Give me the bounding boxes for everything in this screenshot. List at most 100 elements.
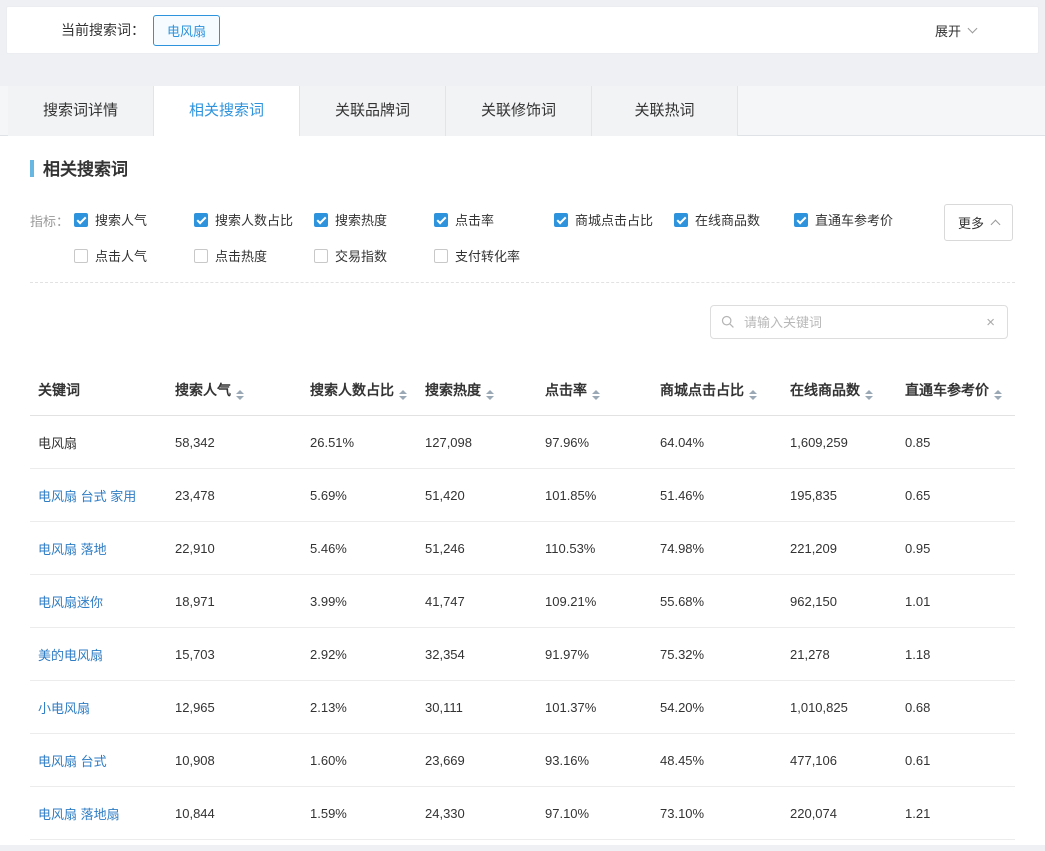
checkbox[interactable] [314, 249, 328, 263]
metric-checkbox-item[interactable]: 在线商品数 [674, 210, 794, 229]
search-heat-cell: 30,111 [417, 681, 537, 734]
metric-checkbox-item[interactable]: 交易指数 [314, 246, 434, 265]
click-rate-cell: 97.96% [537, 416, 652, 469]
table-body: 电风扇 58,342 26.51% 127,098 97.96% 64.04% … [30, 416, 1015, 840]
metric-checkbox-item[interactable]: 搜索人数占比 [194, 210, 314, 229]
metric-checkbox-item[interactable]: 点击热度 [194, 246, 314, 265]
checkbox[interactable] [74, 249, 88, 263]
table-row: 电风扇 台式 10,908 1.60% 23,669 93.16% 48.45%… [30, 734, 1015, 787]
metric-checkbox-item[interactable]: 搜索热度 [314, 210, 434, 229]
tab[interactable]: 关联修饰词 [446, 86, 592, 136]
metric-checkbox-item[interactable]: 搜索人气 [74, 210, 194, 229]
search-heat-cell: 24,330 [417, 787, 537, 840]
table-header-cell[interactable]: 在线商品数 [782, 365, 897, 416]
searcher-ratio-cell: 5.46% [302, 522, 417, 575]
online-products-cell: 221,209 [782, 522, 897, 575]
checkbox[interactable] [194, 249, 208, 263]
table-row: 小电风扇 12,965 2.13% 30,111 101.37% 54.20% … [30, 681, 1015, 734]
tab[interactable]: 关联热词 [592, 86, 738, 136]
keyword-link[interactable]: 美的电风扇 [38, 648, 103, 663]
table-row: 电风扇 落地 22,910 5.46% 51,246 110.53% 74.98… [30, 522, 1015, 575]
search-heat-cell: 23,669 [417, 734, 537, 787]
online-products-cell: 1,010,825 [782, 681, 897, 734]
column-label: 关键词 [38, 382, 80, 398]
online-products-cell: 195,835 [782, 469, 897, 522]
sort-icon[interactable] [749, 390, 757, 400]
keyword-cell: 电风扇 [30, 416, 167, 469]
table-header-cell[interactable]: 搜索人数占比 [302, 365, 417, 416]
table-header-cell[interactable]: 搜索热度 [417, 365, 537, 416]
table-header-cell[interactable]: 搜索人气 [167, 365, 302, 416]
click-rate-cell: 91.97% [537, 628, 652, 681]
checkbox-label: 交易指数 [335, 246, 387, 265]
metric-checkbox-item[interactable]: 支付转化率 [434, 246, 554, 265]
checkbox[interactable] [674, 213, 688, 227]
clear-icon[interactable]: × [984, 315, 997, 330]
checkbox[interactable] [434, 213, 448, 227]
keyword-link[interactable]: 电风扇 落地扇 [38, 807, 120, 822]
keyword-search-box[interactable]: × [710, 305, 1008, 339]
search-popularity-cell: 15,703 [167, 628, 302, 681]
searcher-ratio-cell: 3.99% [302, 575, 417, 628]
sort-icon[interactable] [399, 390, 407, 400]
table-header-cell[interactable]: 商城点击占比 [652, 365, 782, 416]
keyword-cell: 电风扇 台式 家用 [30, 469, 167, 522]
click-rate-cell: 97.10% [537, 787, 652, 840]
keyword-search-input[interactable] [742, 314, 984, 331]
online-products-cell: 477,106 [782, 734, 897, 787]
sort-icon[interactable] [236, 390, 244, 400]
column-label: 商城点击占比 [660, 382, 744, 398]
table-header-cell[interactable]: 关键词 [30, 365, 167, 416]
table-row: 电风扇 落地扇 10,844 1.59% 24,330 97.10% 73.10… [30, 787, 1015, 840]
metric-checkbox-item[interactable]: 点击率 [434, 210, 554, 229]
keyword-link[interactable]: 小电风扇 [38, 701, 90, 716]
search-term-tag[interactable]: 电风扇 [153, 15, 220, 46]
checkbox-label: 点击人气 [95, 246, 147, 265]
table-header-cell[interactable]: 直通车参考价 [897, 365, 1015, 416]
chevron-down-icon [968, 24, 978, 34]
checkbox-label: 点击热度 [215, 246, 267, 265]
metric-checkbox-item[interactable]: 直通车参考价 [794, 210, 914, 229]
metric-checkbox-item[interactable]: 点击人气 [74, 246, 194, 265]
sort-icon[interactable] [486, 390, 494, 400]
search-popularity-cell: 58,342 [167, 416, 302, 469]
keyword-link[interactable]: 电风扇迷你 [38, 595, 103, 610]
ztc-reference-price-cell: 0.65 [897, 469, 1015, 522]
tab[interactable]: 相关搜索词 [154, 86, 300, 136]
checkbox[interactable] [74, 213, 88, 227]
tab[interactable]: 关联品牌词 [300, 86, 446, 136]
table-header-cell[interactable]: 点击率 [537, 365, 652, 416]
metric-row-2: 点击人气 点击热度 交易指数 支付转化率 [74, 246, 1015, 265]
search-popularity-cell: 23,478 [167, 469, 302, 522]
checkbox[interactable] [434, 249, 448, 263]
metric-checkbox-item[interactable]: 商城点击占比 [554, 210, 674, 229]
metric-row-1: 搜索人气 搜索人数占比 搜索热度 点击率 [74, 210, 1015, 229]
mall-click-ratio-cell: 64.04% [652, 416, 782, 469]
sort-icon[interactable] [592, 390, 600, 400]
keyword-link[interactable]: 电风扇 台式 家用 [38, 489, 136, 504]
mall-click-ratio-cell: 73.10% [652, 787, 782, 840]
searcher-ratio-cell: 26.51% [302, 416, 417, 469]
tab[interactable]: 搜索词详情 [8, 86, 154, 136]
checkbox[interactable] [794, 213, 808, 227]
keyword-link[interactable]: 电风扇 落地 [38, 542, 107, 557]
more-label: 更多 [958, 213, 984, 232]
search-row: × [37, 305, 1008, 339]
sort-icon[interactable] [994, 390, 1002, 400]
ztc-reference-price-cell: 0.95 [897, 522, 1015, 575]
column-label: 搜索人气 [175, 382, 231, 398]
checkbox[interactable] [314, 213, 328, 227]
mall-click-ratio-cell: 75.32% [652, 628, 782, 681]
search-heat-cell: 41,747 [417, 575, 537, 628]
keyword-link[interactable]: 电风扇 台式 [38, 754, 107, 769]
keyword-link[interactable]: 电风扇 [38, 436, 77, 451]
checkbox[interactable] [194, 213, 208, 227]
sort-icon[interactable] [865, 390, 873, 400]
click-rate-cell: 110.53% [537, 522, 652, 575]
expand-button[interactable]: 展开 [935, 21, 976, 40]
checkbox[interactable] [554, 213, 568, 227]
mall-click-ratio-cell: 55.68% [652, 575, 782, 628]
checkbox-label: 搜索人气 [95, 210, 147, 229]
more-button[interactable]: 更多 [944, 204, 1013, 241]
searcher-ratio-cell: 1.59% [302, 787, 417, 840]
